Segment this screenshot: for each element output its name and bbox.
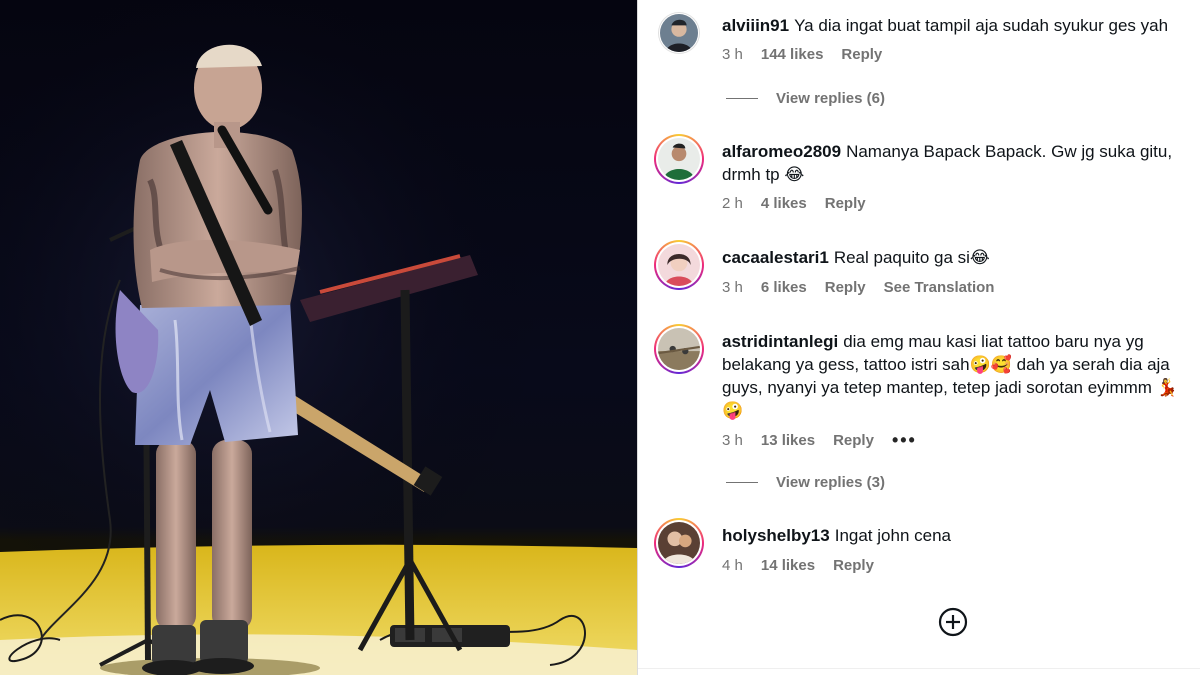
- comment-username[interactable]: holyshelby13: [722, 526, 830, 545]
- comment-username[interactable]: cacaalestari1: [722, 248, 829, 267]
- avatar[interactable]: [654, 240, 704, 290]
- comment-likes[interactable]: 6 likes: [761, 279, 807, 296]
- avatar[interactable]: [658, 12, 700, 54]
- comment-body: Real paquito ga si😂: [833, 248, 990, 267]
- avatar-image-icon: [658, 328, 700, 370]
- comment-username[interactable]: alfaromeo2809: [722, 142, 841, 161]
- comment-time: 4 h: [722, 557, 743, 574]
- comment-meta: 3 h 144 likes Reply: [722, 46, 882, 63]
- bottom-divider: [638, 668, 1200, 669]
- plus-circle-icon-graphic: [938, 607, 968, 637]
- comment-body: Ya dia ingat buat tampil aja sudah syuku…: [794, 16, 1169, 35]
- avatar-image-icon: [658, 138, 700, 180]
- comment-username[interactable]: astridintanlegi: [722, 332, 838, 351]
- avatar-image-icon: [660, 14, 698, 52]
- more-options-icon[interactable]: •••: [892, 430, 917, 451]
- plus-circle-icon[interactable]: [938, 607, 968, 637]
- comments-panel[interactable]: alviiin91 Ya dia ingat buat tampil aja su…: [638, 0, 1200, 675]
- comment-body: Ingat john cena: [834, 526, 951, 545]
- comment-likes[interactable]: 4 likes: [761, 195, 807, 212]
- view-replies-label: View replies (6): [776, 90, 885, 107]
- reply-button[interactable]: Reply: [825, 279, 866, 296]
- comment-likes[interactable]: 14 likes: [761, 557, 815, 574]
- replies-line: [726, 482, 758, 483]
- avatar[interactable]: [654, 324, 704, 374]
- replies-line: [726, 98, 758, 99]
- comment-meta: 3 h 13 likes Reply •••: [722, 430, 917, 451]
- reply-button[interactable]: Reply: [833, 557, 874, 574]
- reply-button[interactable]: Reply: [841, 46, 882, 63]
- comment-time: 3 h: [722, 46, 743, 63]
- reply-button[interactable]: Reply: [825, 195, 866, 212]
- comment-time: 3 h: [722, 279, 743, 296]
- comment-meta: 2 h 4 likes Reply: [722, 195, 866, 212]
- comment-time: 2 h: [722, 195, 743, 212]
- see-translation-button[interactable]: See Translation: [884, 279, 995, 296]
- concert-photo: [0, 0, 637, 675]
- avatar-image-icon: [658, 244, 700, 286]
- comment-username[interactable]: alviiin91: [722, 16, 789, 35]
- avatar[interactable]: [654, 134, 704, 184]
- view-replies-button[interactable]: View replies (3): [726, 474, 885, 491]
- avatar[interactable]: [654, 518, 704, 568]
- view-replies-label: View replies (3): [776, 474, 885, 491]
- comment-time: 3 h: [722, 432, 743, 449]
- comment-meta: 4 h 14 likes Reply: [722, 557, 874, 574]
- comment-likes[interactable]: 13 likes: [761, 432, 815, 449]
- avatar-image-icon: [658, 522, 700, 564]
- comment-likes[interactable]: 144 likes: [761, 46, 824, 63]
- reply-button[interactable]: Reply: [833, 432, 874, 449]
- comment-meta: 3 h 6 likes Reply See Translation: [722, 279, 994, 296]
- view-replies-button[interactable]: View replies (6): [726, 90, 885, 107]
- post-photo: [0, 0, 637, 675]
